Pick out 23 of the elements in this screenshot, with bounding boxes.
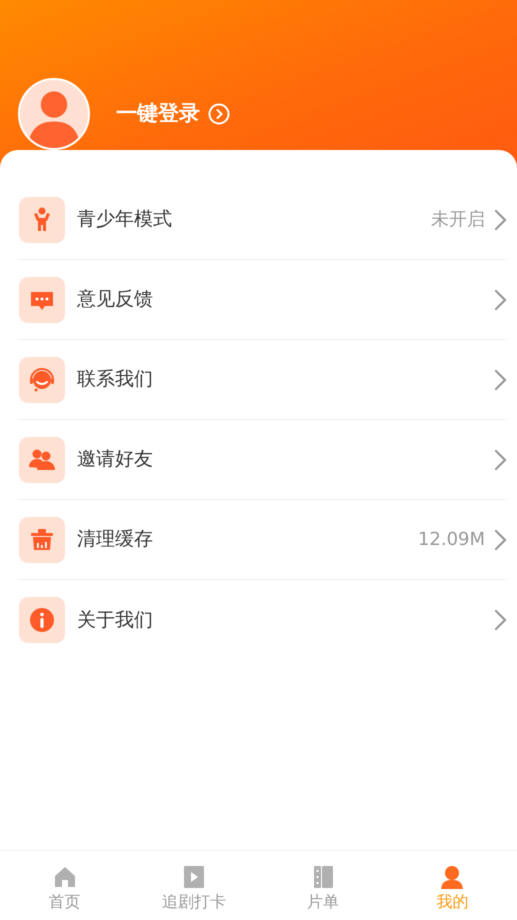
menu-item[interactable]: 清理缓存 12.09M — [19, 500, 507, 580]
menu-label: 邀请好友 — [77, 447, 153, 472]
menu-label: 关于我们 — [77, 608, 153, 633]
menu-label: 联系我们 — [77, 367, 153, 392]
menu-item[interactable]: 联系我们 — [19, 340, 507, 420]
chevron-icon — [493, 288, 507, 310]
menu-item[interactable]: 邀请好友 — [19, 420, 507, 500]
menu-label: 青少年模式 — [77, 207, 172, 232]
chevron-circle-icon — [208, 103, 230, 125]
chevron-icon — [493, 208, 507, 230]
chevron-icon — [493, 368, 507, 390]
menu-value: 未开启 — [431, 208, 485, 232]
menu-item[interactable]: 青少年模式 未开启 — [19, 180, 507, 260]
menu-label: 清理缓存 — [77, 527, 153, 552]
chevron-icon — [493, 448, 507, 470]
menu-item[interactable]: 意见反馈 — [19, 260, 507, 340]
menu-label: 意见反馈 — [77, 287, 153, 312]
chevron-icon — [493, 528, 507, 550]
info-icon — [27, 605, 57, 635]
chevron-icon — [493, 609, 507, 631]
menu-item[interactable]: 关于我们 — [19, 580, 507, 660]
person-icon — [439, 864, 466, 890]
menu-value: 12.09M — [418, 528, 485, 552]
